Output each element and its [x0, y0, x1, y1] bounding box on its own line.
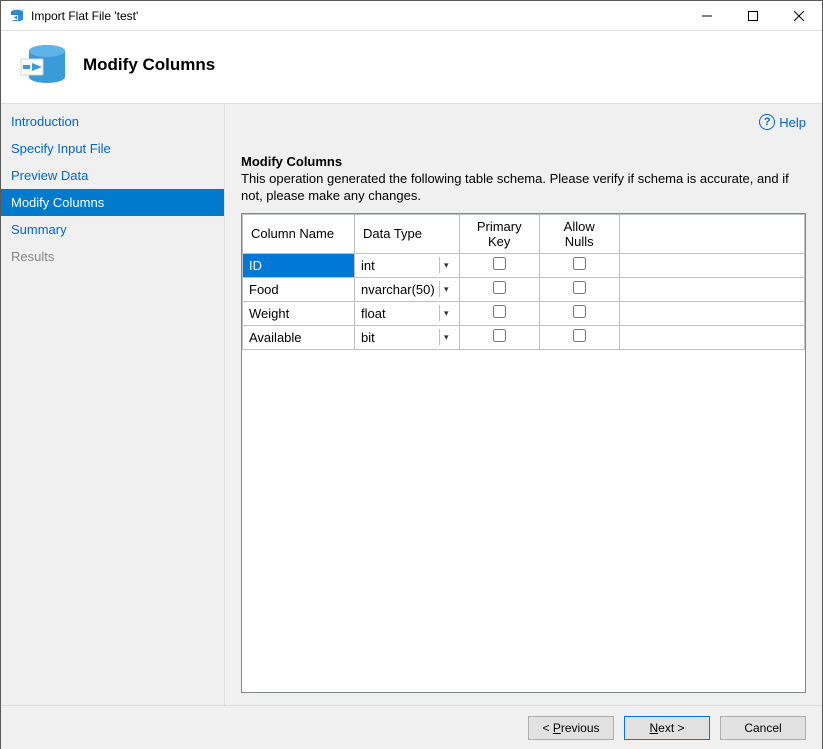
extra-cell — [619, 253, 804, 277]
allow-nulls-cell — [539, 325, 619, 349]
data-type-cell[interactable]: float ▾ — [355, 301, 460, 325]
col-header-name[interactable]: Column Name — [243, 214, 355, 253]
schema-grid[interactable]: Column Name Data Type Primary Key Allow … — [241, 213, 806, 693]
next-button[interactable]: Next > — [624, 716, 710, 740]
table-row[interactable]: Food nvarchar(50) ▾ — [243, 277, 805, 301]
previous-button[interactable]: < Previous — [528, 716, 614, 740]
section-title: Modify Columns — [241, 154, 806, 169]
col-header-extra — [619, 214, 804, 253]
sidebar-item-introduction[interactable]: Introduction — [1, 108, 224, 135]
cancel-button[interactable]: Cancel — [720, 716, 806, 740]
maximize-button[interactable] — [730, 1, 776, 31]
sidebar: IntroductionSpecify Input FilePreview Da… — [1, 104, 225, 705]
allow-nulls-cell — [539, 253, 619, 277]
sidebar-item-modify-columns[interactable]: Modify Columns — [1, 189, 224, 216]
sidebar-item-results: Results — [1, 243, 224, 270]
section-description: This operation generated the following t… — [241, 171, 806, 205]
sidebar-item-preview-data[interactable]: Preview Data — [1, 162, 224, 189]
close-button[interactable] — [776, 1, 822, 31]
app-icon — [9, 8, 25, 24]
primary-key-cell — [459, 301, 539, 325]
primary-key-checkbox[interactable] — [493, 257, 506, 270]
table-row[interactable]: Weight float ▾ — [243, 301, 805, 325]
col-header-pk[interactable]: Primary Key — [459, 214, 539, 253]
column-name-cell[interactable]: Food — [243, 277, 355, 301]
table-row[interactable]: Available bit ▾ — [243, 325, 805, 349]
allow-nulls-checkbox[interactable] — [573, 257, 586, 270]
extra-cell — [619, 301, 804, 325]
primary-key-checkbox[interactable] — [493, 305, 506, 318]
table-row[interactable]: ID int ▾ — [243, 253, 805, 277]
help-row: ? Help — [241, 114, 806, 130]
data-type-value: int — [361, 258, 375, 273]
primary-key-checkbox[interactable] — [493, 329, 506, 342]
extra-cell — [619, 277, 804, 301]
data-type-value: float — [361, 306, 386, 321]
col-header-type[interactable]: Data Type — [355, 214, 460, 253]
window-title: Import Flat File 'test' — [31, 9, 684, 23]
sidebar-item-summary[interactable]: Summary — [1, 216, 224, 243]
allow-nulls-cell — [539, 277, 619, 301]
footer: < Previous Next > Cancel — [1, 705, 822, 749]
minimize-button[interactable] — [684, 1, 730, 31]
primary-key-cell — [459, 277, 539, 301]
allow-nulls-checkbox[interactable] — [573, 305, 586, 318]
content: ? Help Modify Columns This operation gen… — [225, 104, 822, 705]
data-type-cell[interactable]: int ▾ — [355, 253, 460, 277]
help-link[interactable]: ? Help — [759, 114, 806, 130]
titlebar: Import Flat File 'test' — [1, 1, 822, 31]
data-type-value: nvarchar(50) — [361, 282, 435, 297]
column-name-cell[interactable]: Available — [243, 325, 355, 349]
sidebar-item-specify-input-file[interactable]: Specify Input File — [1, 135, 224, 162]
allow-nulls-cell — [539, 301, 619, 325]
dropdown-arrow-icon[interactable]: ▾ — [439, 305, 453, 321]
column-name-cell[interactable]: ID — [243, 253, 355, 277]
wizard-icon — [17, 39, 69, 91]
window-controls — [684, 1, 822, 31]
help-label: Help — [779, 115, 806, 130]
extra-cell — [619, 325, 804, 349]
col-header-nulls[interactable]: Allow Nulls — [539, 214, 619, 253]
primary-key-cell — [459, 253, 539, 277]
body: IntroductionSpecify Input FilePreview Da… — [1, 104, 822, 705]
dropdown-arrow-icon[interactable]: ▾ — [439, 257, 453, 273]
column-name-cell[interactable]: Weight — [243, 301, 355, 325]
allow-nulls-checkbox[interactable] — [573, 329, 586, 342]
page-title: Modify Columns — [83, 55, 215, 75]
primary-key-cell — [459, 325, 539, 349]
data-type-value: bit — [361, 330, 375, 345]
header: Modify Columns — [1, 31, 822, 104]
primary-key-checkbox[interactable] — [493, 281, 506, 294]
dropdown-arrow-icon[interactable]: ▾ — [439, 281, 453, 297]
schema-tbody: IDint▾Foodnvarchar(50)▾Weightfloat▾Avail… — [243, 253, 805, 349]
data-type-cell[interactable]: nvarchar(50) ▾ — [355, 277, 460, 301]
dropdown-arrow-icon[interactable]: ▾ — [439, 329, 453, 345]
help-icon: ? — [759, 114, 775, 130]
data-type-cell[interactable]: bit ▾ — [355, 325, 460, 349]
allow-nulls-checkbox[interactable] — [573, 281, 586, 294]
